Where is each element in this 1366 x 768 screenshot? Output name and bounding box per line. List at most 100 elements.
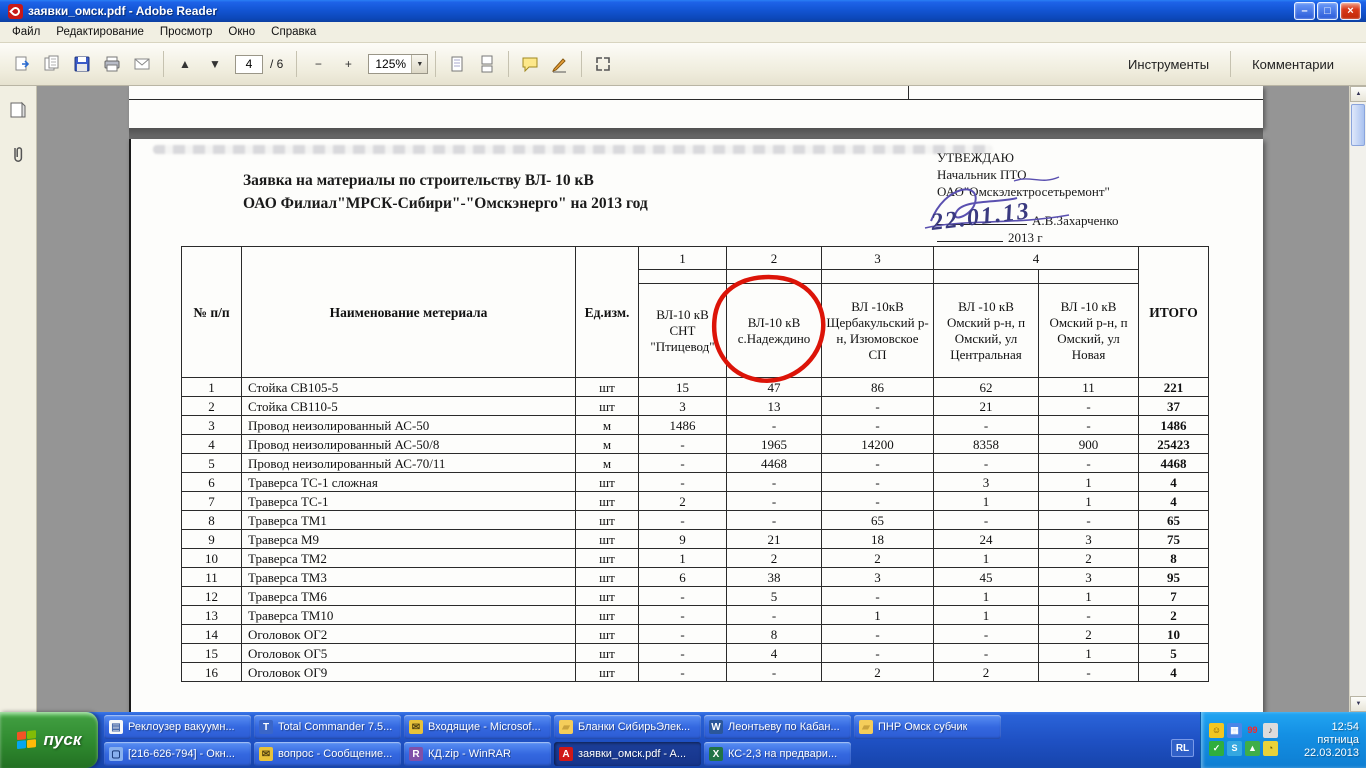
comments-panel-button[interactable]: Комментарии — [1238, 53, 1348, 76]
excel-icon: X — [709, 747, 723, 761]
table-cell: - — [933, 643, 1039, 663]
page-thumbnails-button[interactable] — [5, 98, 31, 124]
taskbar-button[interactable]: ▰ ПНР Омск субчик — [854, 715, 1001, 739]
single-page-view-button[interactable] — [443, 50, 471, 78]
table-cell: шт — [575, 510, 639, 530]
taskbar-button[interactable]: T Total Commander 7.5... — [254, 715, 401, 739]
scheduler-icon[interactable]: ◔ — [1263, 740, 1278, 756]
group-number-2: 2 — [726, 246, 822, 270]
page-up-icon: ▲ — [179, 57, 191, 71]
document-title-line1: Заявка на материалы по строительству ВЛ-… — [243, 172, 594, 189]
toolbar-separator — [435, 51, 437, 77]
doc-icon: ▤ — [109, 720, 123, 734]
display-icon[interactable]: ▦ — [1227, 722, 1242, 738]
fullscreen-button[interactable] — [589, 50, 617, 78]
dropdown-arrow-icon[interactable]: ▼ — [411, 55, 428, 73]
taskbar-button[interactable]: Aзаявки_омск.pdf - A... — [554, 742, 701, 766]
scrolling-view-button[interactable] — [473, 50, 501, 78]
messenger-icon[interactable]: ☺ — [1209, 722, 1224, 738]
phone-icon[interactable]: ✓ — [1209, 740, 1224, 756]
table-cell: шт — [575, 472, 639, 492]
document-title-line2: ОАО Филиал"МРСК-Сибири"-"Омскэнерго" на … — [243, 195, 648, 212]
table-cell: - — [933, 510, 1039, 530]
zoom-in-button[interactable]: + — [334, 50, 362, 78]
table-cell: 2 — [181, 396, 242, 416]
restore-button[interactable]: □ — [1317, 2, 1338, 20]
open-file-button[interactable] — [8, 50, 36, 78]
attachments-button[interactable] — [5, 142, 31, 168]
table-cell: - — [638, 510, 727, 530]
volume-icon[interactable]: ♪ — [1263, 722, 1278, 738]
taskbar-button[interactable]: ▢ [216-626-794] - Окн... — [104, 742, 251, 766]
add-comment-button[interactable] — [516, 50, 544, 78]
menu-window[interactable]: Окно — [220, 23, 263, 41]
scan-artifact — [153, 145, 993, 154]
window-titlebar[interactable]: заявки_омск.pdf - Adobe Reader – □ × — [0, 0, 1366, 22]
table-cell: - — [1038, 396, 1139, 416]
word-icon: W — [709, 720, 723, 734]
minimize-button[interactable]: – — [1294, 2, 1315, 20]
taskbar-clock[interactable]: 12:54 пятница 22.03.2013 — [1304, 721, 1366, 760]
table-cell: Траверса ТМ10 — [241, 605, 576, 625]
start-button[interactable]: пуск — [0, 712, 98, 768]
approval-position: Начальник ПТО — [937, 167, 1027, 182]
unread-badge[interactable]: 99 — [1245, 723, 1260, 738]
toolbar-right-panels: Инструменты Комментарии — [1114, 51, 1358, 77]
scrolling-view-icon — [481, 55, 493, 73]
table-cell: 4468 — [726, 453, 822, 473]
scroll-down-button[interactable]: ▼ — [1350, 696, 1366, 712]
taskbar-button[interactable]: ▰ Бланки СибирьЭлек... — [554, 715, 701, 739]
red-circle-annotation — [711, 274, 826, 384]
header-col-5: ВЛ -10 кВ Омский р-н, п Омский, ул Новая — [1038, 283, 1139, 378]
language-indicator[interactable]: RL — [1171, 739, 1194, 757]
taskbar-button[interactable]: ▤ Реклоузер вакуумн... — [104, 715, 251, 739]
table-cell: 6 — [638, 567, 727, 587]
zoom-level-select[interactable]: 125% ▼ — [368, 54, 429, 74]
menu-help[interactable]: Справка — [263, 23, 324, 41]
mail-icon: ✉ — [259, 747, 273, 761]
scroll-up-button[interactable]: ▲ — [1350, 86, 1366, 102]
page-number-input[interactable] — [235, 54, 263, 74]
zoom-out-button[interactable]: − — [304, 50, 332, 78]
mail-icon: ✉ — [409, 720, 423, 734]
previous-page-button[interactable]: ▲ — [171, 50, 199, 78]
table-cell: - — [726, 491, 822, 511]
table-cell: 1486 — [1138, 415, 1209, 435]
table-cell: - — [638, 434, 727, 454]
header-num: № п/п — [181, 246, 242, 378]
vertical-scrollbar[interactable]: ▲ ▼ — [1349, 86, 1366, 712]
save-button[interactable] — [68, 50, 96, 78]
scrollbar-thumb[interactable] — [1351, 104, 1365, 146]
close-button[interactable]: × — [1340, 2, 1361, 20]
antivirus-icon[interactable]: ▲ — [1245, 740, 1260, 756]
skype-icon[interactable]: S — [1227, 740, 1242, 756]
table-cell: шт — [575, 396, 639, 416]
approval-date-row: 2013 г — [937, 229, 1282, 246]
taskbar-button[interactable]: R КД.zip - WinRAR — [404, 742, 551, 766]
sign-document-button[interactable] — [546, 50, 574, 78]
header-col-4: ВЛ -10 кВ Омский р-н, п Омский, ул Центр… — [933, 283, 1039, 378]
taskbar-button[interactable]: ✉ вопрос - Сообщение... — [254, 742, 401, 766]
table-cell: 900 — [1038, 434, 1139, 454]
menu-edit[interactable]: Редактирование — [48, 23, 152, 41]
table-cell: - — [1038, 453, 1139, 473]
table-cell: 38 — [726, 567, 822, 587]
table-cell: шт — [575, 624, 639, 644]
create-pdf-button[interactable] — [38, 50, 66, 78]
menu-file[interactable]: Файл — [4, 23, 48, 41]
table-row: 1 Стойка СВ105-5 шт 15 47 86 62 11 221 — [181, 377, 1209, 397]
taskbar-button[interactable]: X КС-2,3 на предвари... — [704, 742, 851, 766]
menu-view[interactable]: Просмотр — [152, 23, 221, 41]
folder-icon: ▰ — [559, 720, 573, 734]
print-button[interactable] — [98, 50, 126, 78]
table-cell: 21 — [933, 396, 1039, 416]
taskbar-button[interactable]: ✉ Входящие - Microsof... — [404, 715, 551, 739]
table-cell: - — [638, 662, 727, 682]
next-page-button[interactable]: ▼ — [201, 50, 229, 78]
email-button[interactable] — [128, 50, 156, 78]
taskbar-button[interactable]: W Леонтьеву по Кабан... — [704, 715, 851, 739]
document-area[interactable]: Заявка на материалы по строительству ВЛ-… — [38, 86, 1349, 712]
table-cell: - — [821, 624, 934, 644]
table-cell: 4468 — [1138, 453, 1209, 473]
tools-panel-button[interactable]: Инструменты — [1114, 53, 1223, 76]
